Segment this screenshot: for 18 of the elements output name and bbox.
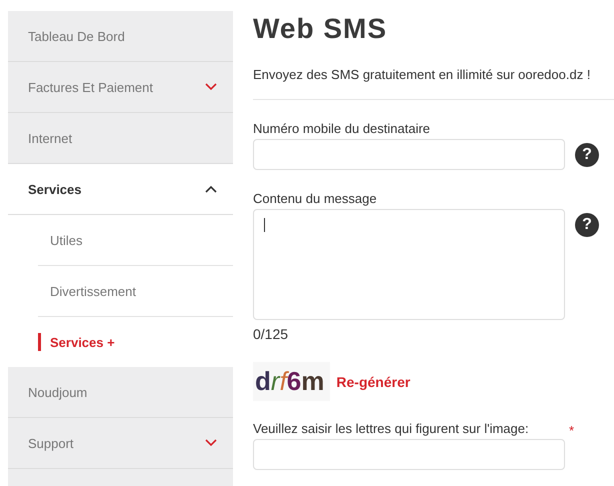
phone-field[interactable] [253, 139, 565, 170]
sidebar-item[interactable]: Services [8, 164, 233, 215]
captcha-image: drf6m [253, 362, 330, 401]
help-icon[interactable]: ? [575, 143, 599, 167]
submenu-item[interactable]: Divertissement [38, 266, 233, 317]
field-label: Numéro mobile du destinataire [253, 121, 432, 136]
regenerate-link[interactable]: Re-générer [336, 374, 410, 390]
help-icon[interactable]: ? [575, 213, 599, 237]
submenu-item[interactable]: Utiles [38, 215, 233, 266]
captcha-field[interactable] [253, 439, 565, 470]
message-field[interactable] [253, 209, 565, 320]
field-label: Contenu du message [253, 191, 378, 206]
required-mark: * [569, 423, 574, 438]
subtitle-text: Envoyez des SMS gratuitement en illimité sur ooredoo.dz ! [253, 67, 592, 82]
page-title: Web SMS [253, 13, 388, 45]
character-counter: 0/125 [253, 326, 290, 342]
submenu-item[interactable]: Services + [38, 317, 233, 367]
field-label: Veuillez saisir les lettres qui figurent sur l'image: [253, 421, 530, 436]
